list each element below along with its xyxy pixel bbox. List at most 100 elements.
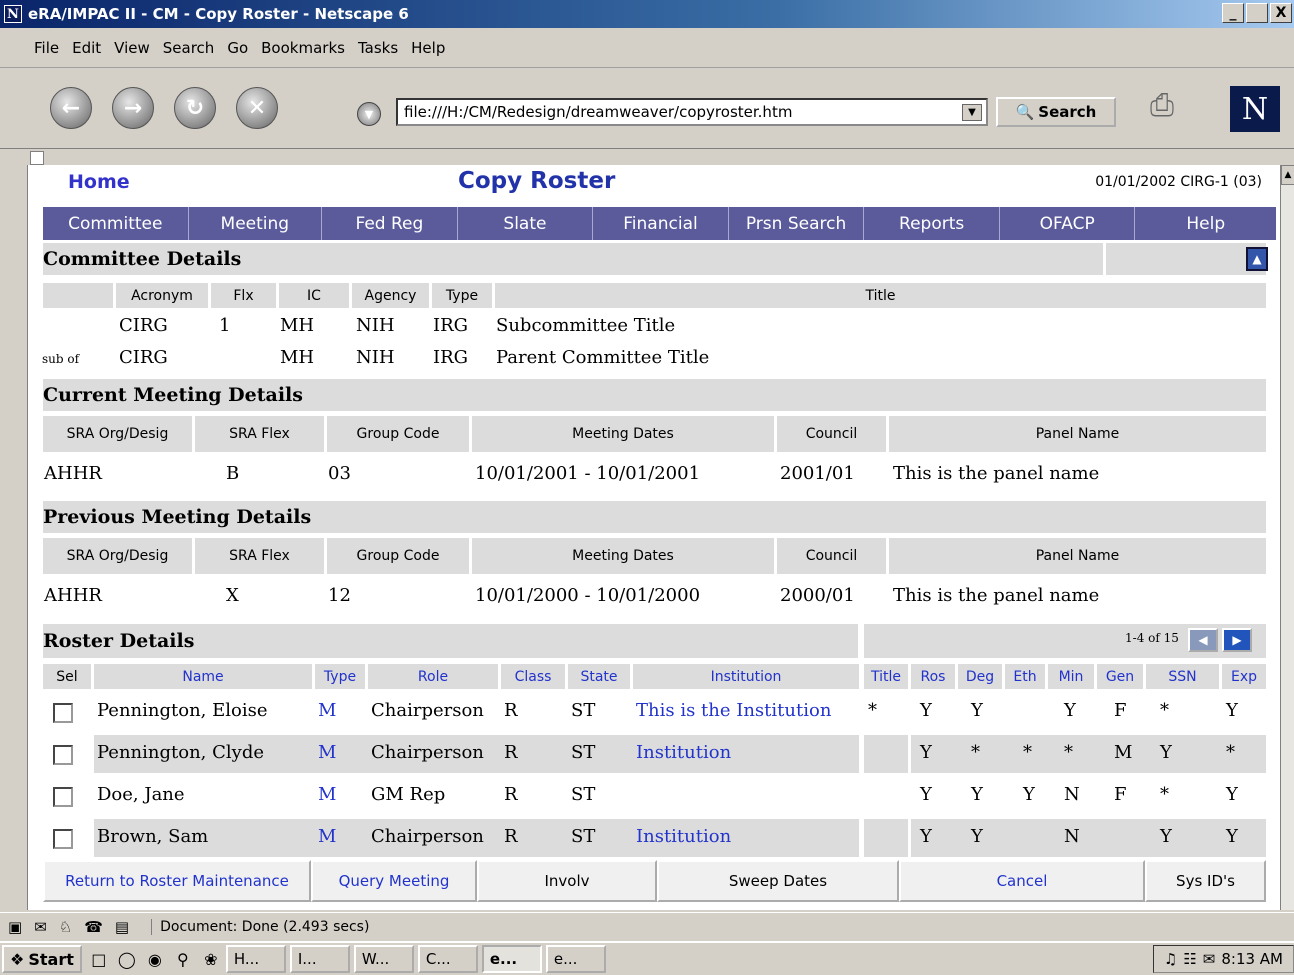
search-button[interactable]: 🔍 Search [996,97,1116,127]
menu-help[interactable]: Help [411,39,445,57]
quicklaunch-desktop-icon[interactable]: □ [88,948,110,970]
next-page-button[interactable]: ▶ [1222,628,1252,652]
roster-row-1-deg: * [971,742,980,763]
netscape-throbber-icon[interactable]: N [1230,86,1280,132]
maximize-button[interactable] [1246,3,1268,23]
sweep-dates-button[interactable]: Sweep Dates [657,860,899,902]
minimize-button[interactable]: _ [1222,3,1244,23]
print-icon[interactable]: ⎙ [1150,88,1200,128]
roster-row-0-type[interactable]: M [318,700,336,721]
prev-page-button[interactable]: ◀ [1188,628,1218,652]
menu-bookmarks[interactable]: Bookmarks [261,39,345,57]
volume-icon[interactable]: ♫ [1164,950,1177,968]
roster-col-class[interactable]: Class [501,664,565,689]
address-book-icon[interactable]: ▤ [115,918,129,936]
roster-col-exp[interactable]: Exp [1222,664,1266,689]
roster-row-0-institution[interactable]: This is the Institution [636,700,831,721]
roster-row-2-role: GM Rep [371,784,446,805]
menu-tasks[interactable]: Tasks [358,39,398,57]
sys-ids-button[interactable]: Sys ID's [1145,860,1266,902]
task-i[interactable]: I... [289,945,350,973]
clock[interactable]: 8:13 AM [1221,950,1283,968]
roster-row-0-role: Chairperson [371,700,484,721]
tab-committee[interactable]: Committee [43,207,189,240]
menu-edit[interactable]: Edit [72,39,101,57]
task-c[interactable]: C... [417,945,478,973]
roster-row-1-checkbox[interactable] [53,745,73,765]
roster-row-2-name: Doe, Jane [97,784,185,805]
start-button[interactable]: ❖ Start [2,945,82,973]
roster-row-1-institution[interactable]: Institution [636,742,731,763]
task-h[interactable]: H... [225,945,286,973]
roster-row-3-ssn: Y [1160,826,1172,847]
mail-icon[interactable]: ✉ [34,918,47,936]
task-e[interactable]: e... [545,945,606,973]
menu-file[interactable]: File [34,39,59,57]
tab-financial[interactable]: Financial [593,207,729,240]
roster-col-title[interactable]: Title [864,664,908,689]
roster-col-deg[interactable]: Deg [958,664,1002,689]
roster-row-3-checkbox[interactable] [53,829,73,849]
roster-col-min[interactable]: Min [1048,664,1094,689]
roster-col-gen[interactable]: Gen [1097,664,1143,689]
im-icon[interactable]: ☎ [84,918,103,936]
query-meeting-button[interactable]: Query Meeting [311,860,477,902]
parent-title: Parent Committee Title [496,347,710,368]
close-button[interactable]: X [1270,3,1292,23]
roster-col-ssn[interactable]: SSN [1146,664,1219,689]
tab-fed-reg[interactable]: Fed Reg [322,207,458,240]
tab-slate[interactable]: Slate [458,207,594,240]
network-icon[interactable]: ☷ [1183,950,1196,968]
roster-pager-text: 1-4 of 15 [1125,631,1179,645]
scroll-up-icon[interactable]: ▲ [1281,165,1294,185]
roster-col-name[interactable]: Name [94,664,312,689]
url-dropdown-icon[interactable]: ▼ [962,104,982,121]
involv-button[interactable]: Involv [477,860,657,902]
return-to-roster-button[interactable]: Return to Roster Maintenance [43,860,311,902]
roster-row-3-institution[interactable]: Institution [636,826,731,847]
roster-row-0-checkbox[interactable] [53,703,73,723]
url-history-dropdown-icon[interactable]: ▼ [357,102,381,126]
reload-button[interactable]: ↻ [174,87,216,129]
tab-reports[interactable]: Reports [864,207,1000,240]
roster-col-eth[interactable]: Eth [1005,664,1045,689]
quicklaunch-outlook-icon[interactable]: ◉ [144,948,166,970]
roster-row-2-type[interactable]: M [318,784,336,805]
roster-row-1-type[interactable]: M [318,742,336,763]
roster-col-institution[interactable]: Institution [633,664,859,689]
tab-prsn-search[interactable]: Prsn Search [729,207,865,240]
reload-icon: ↻ [185,95,205,121]
menu-view[interactable]: View [114,39,150,57]
roster-row-2-checkbox[interactable] [53,787,73,807]
roster-col-ros[interactable]: Ros [911,664,955,689]
quicklaunch-app-icon[interactable]: ❀ [200,948,222,970]
stop-button[interactable]: ✕ [236,87,278,129]
roster-col-role[interactable]: Role [368,664,498,689]
roster-row-3-type[interactable]: M [318,826,336,847]
url-input[interactable]: file:///H:/CM/Redesign/dreamweaver/copyr… [396,98,988,126]
forward-button[interactable]: → [112,87,154,129]
home-link[interactable]: Home [68,171,130,193]
roster-col-state[interactable]: State [568,664,630,689]
quicklaunch-search-icon[interactable]: ⚲ [172,948,194,970]
vertical-scrollbar[interactable]: ▲ [1280,165,1294,910]
netscape-status-icon[interactable]: ▣ [8,918,22,936]
roster-col-type[interactable]: Type [315,664,365,689]
back-button[interactable]: ← [50,87,92,129]
sidebar-gutter[interactable] [0,165,28,910]
tab-meeting[interactable]: Meeting [189,207,323,240]
committee-details-heading-right [1106,243,1266,275]
composer-icon[interactable]: ♘ [59,918,72,936]
menu-go[interactable]: Go [227,39,248,57]
task-netscape-active[interactable]: e... [481,945,542,973]
tab-ofacp[interactable]: OFACP [1000,207,1136,240]
cancel-button[interactable]: Cancel [899,860,1145,902]
start-label: Start [28,949,74,969]
mail-tray-icon[interactable]: ✉ [1203,950,1216,968]
tab-box[interactable] [30,151,44,165]
menu-search[interactable]: Search [163,39,215,57]
tab-help[interactable]: Help [1135,207,1276,240]
collapse-up-button[interactable]: ▲ [1246,247,1268,271]
quicklaunch-ie-icon[interactable]: ◯ [116,948,138,970]
task-w[interactable]: W... [353,945,414,973]
